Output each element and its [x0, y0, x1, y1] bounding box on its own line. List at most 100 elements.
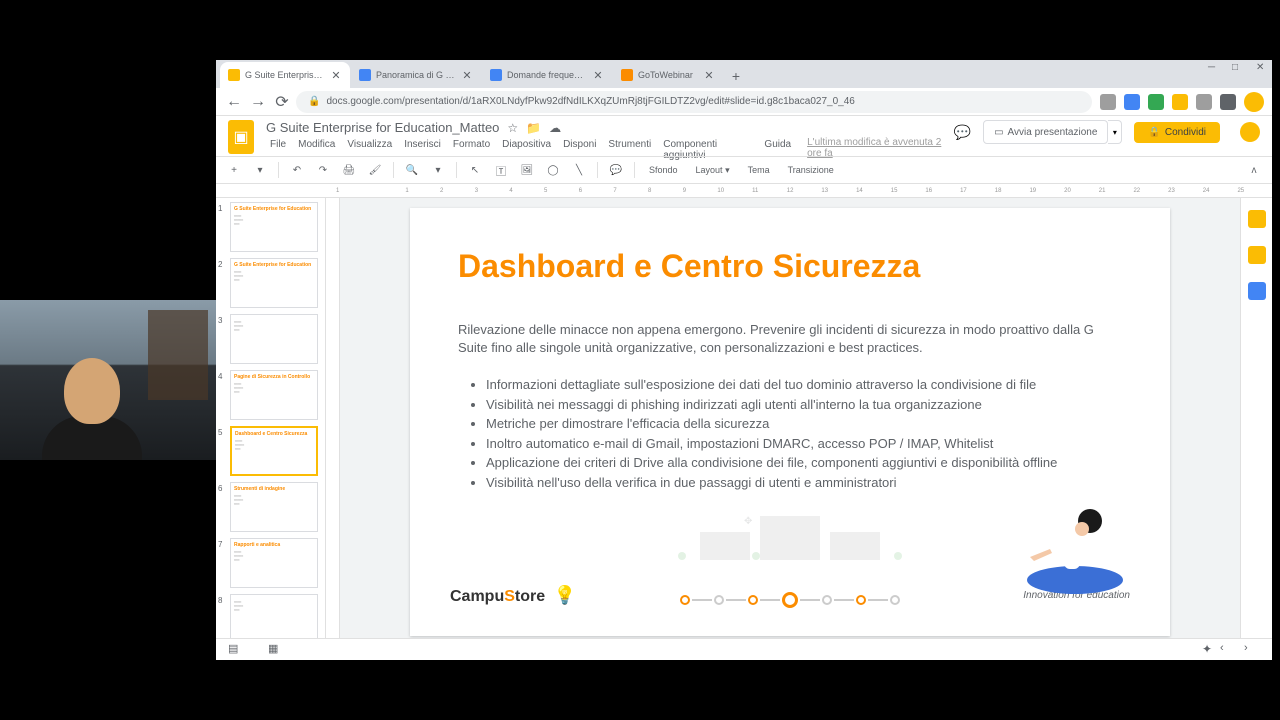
slide-canvas[interactable]: Dashboard e Centro Sicurezza Rilevazione… [410, 208, 1170, 636]
extension-icon[interactable] [1124, 94, 1140, 110]
back-button[interactable]: ← [224, 92, 244, 112]
slide-number: 4 [218, 372, 222, 381]
reload-button[interactable]: ⟳ [272, 92, 292, 112]
browser-tab[interactable]: G Suite Enterprise for Education ✕ [220, 62, 350, 88]
extension-icon[interactable] [1172, 94, 1188, 110]
paint-format-button[interactable]: 🖌 [365, 160, 385, 180]
side-panel [1240, 198, 1272, 638]
redo-button[interactable]: ↷ [313, 160, 333, 180]
slide-thumbnail[interactable]: ━━━━━━━━━━━━ [230, 314, 318, 364]
slide-thumbnail[interactable]: Strumenti di indagine━━━━━━━━━━━━ [230, 482, 318, 532]
extension-icons [1100, 94, 1236, 110]
side-panel-icon[interactable] [1248, 282, 1266, 300]
browser-tab[interactable]: GoToWebinar ✕ [613, 62, 723, 88]
extension-icon[interactable] [1148, 94, 1164, 110]
new-slide-dropdown[interactable]: ▾ [250, 160, 270, 180]
explore-button[interactable]: ✦ [1202, 642, 1212, 658]
slide-thumbnail[interactable]: Rapporti e analitica━━━━━━━━━━━━ [230, 538, 318, 588]
side-panel-icon[interactable] [1248, 246, 1266, 264]
slide-thumbnail[interactable]: G Suite Enterprise for Education━━━━━━━━… [230, 258, 318, 308]
lock-icon: 🔒 [308, 96, 320, 107]
new-slide-button[interactable]: + [224, 160, 244, 180]
print-button[interactable]: 🖨 [339, 160, 359, 180]
present-dropdown[interactable]: ▾ [1108, 120, 1122, 144]
tab-close-icon[interactable]: ✕ [592, 69, 604, 81]
building-illustration: ✥ [700, 510, 880, 560]
present-button[interactable]: ▭ Avvia presentazione [983, 120, 1108, 144]
extension-icon[interactable] [1220, 94, 1236, 110]
nav-right[interactable]: › [1244, 642, 1260, 658]
extension-icon[interactable] [1196, 94, 1212, 110]
tab-close-icon[interactable]: ✕ [330, 69, 342, 81]
campustore-logo: CampuStore 💡 [450, 585, 576, 606]
collapse-toolbar[interactable]: ʌ [1244, 160, 1264, 180]
document-title[interactable]: G Suite Enterprise for Education_Matteo [266, 120, 499, 135]
nav-left[interactable]: ‹ [1220, 642, 1236, 658]
slide-thumbnail[interactable]: Dashboard e Centro Sicurezza━━━━━━━━━━━━ [230, 426, 318, 476]
tab-title: GoToWebinar [638, 70, 699, 80]
move-cursor-icon: ✥ [744, 516, 752, 527]
line-tool[interactable]: ╲ [569, 160, 589, 180]
bullet-item[interactable]: Metriche per dimostrare l'efficacia dell… [486, 414, 1122, 434]
vertical-ruler [326, 198, 340, 638]
forward-button[interactable]: → [248, 92, 268, 112]
grid-view-icon[interactable]: ▦ [268, 642, 284, 658]
window-minimize[interactable]: ─ [1208, 62, 1220, 74]
slide-thumbnails-panel[interactable]: 1G Suite Enterprise for Education━━━━━━━… [216, 198, 326, 638]
slide-title[interactable]: Dashboard e Centro Sicurezza [458, 248, 1122, 285]
tab-close-icon[interactable]: ✕ [703, 69, 715, 81]
star-icon[interactable]: ☆ [507, 121, 518, 135]
zoom-button[interactable]: 🔍 [402, 160, 422, 180]
horizontal-ruler: 1123456789101112131415161718192021222324… [216, 184, 1272, 198]
slide-number: 3 [218, 316, 222, 325]
share-button[interactable]: 🔒 Condividi [1134, 122, 1220, 143]
comment-tool[interactable]: 💬 [606, 160, 626, 180]
person-illustration [1020, 505, 1130, 600]
transition-button[interactable]: Transizione [782, 163, 840, 177]
toolbar: + ▾ ↶ ↷ 🖨 🖌 🔍 ▾ ↖ 🅃 🖼 ◯ ╲ 💬 Sfondo Layou… [216, 156, 1272, 184]
browser-tab[interactable]: Domande frequenti su G Suite E✕ [482, 62, 612, 88]
profile-avatar[interactable] [1244, 92, 1264, 112]
slide-bullet-list[interactable]: Informazioni dettagliate sull'esposizion… [458, 375, 1122, 492]
undo-button[interactable]: ↶ [287, 160, 307, 180]
bullet-item[interactable]: Visibilità nei messaggi di phishing indi… [486, 395, 1122, 415]
browser-tab[interactable]: Panoramica di G Suite Enterp ✕ [351, 62, 481, 88]
tab-close-icon[interactable]: ✕ [461, 69, 473, 81]
theme-button[interactable]: Tema [742, 163, 776, 177]
tab-favicon [228, 69, 240, 81]
tab-title: G Suite Enterprise for Education [245, 70, 326, 80]
cloud-status-icon[interactable]: ☁ [549, 121, 561, 135]
background-button[interactable]: Sfondo [643, 163, 684, 177]
window-maximize[interactable]: □ [1232, 62, 1244, 74]
bullet-item[interactable]: Inoltro automatico e-mail di Gmail, impo… [486, 434, 1122, 454]
slides-logo-icon[interactable]: ▣ [228, 120, 254, 154]
tab-title: Panoramica di G Suite Enterp [376, 70, 457, 80]
slide-thumbnail[interactable]: G Suite Enterprise for Education━━━━━━━━… [230, 202, 318, 252]
slide-number: 7 [218, 540, 222, 549]
shape-tool[interactable]: ◯ [543, 160, 563, 180]
layout-button[interactable]: Layout ▾ [690, 163, 736, 178]
zoom-dropdown[interactable]: ▾ [428, 160, 448, 180]
lightbulb-icon: 💡 [554, 585, 576, 605]
url-input[interactable]: 🔒 docs.google.com/presentation/d/1aRX0LN… [296, 91, 1092, 113]
window-close[interactable]: ✕ [1256, 62, 1268, 74]
slide-number: 5 [218, 428, 222, 437]
bullet-item[interactable]: Applicazione dei criteri di Drive alla c… [486, 453, 1122, 473]
slide-number: 6 [218, 484, 222, 493]
textbox-tool[interactable]: 🅃 [491, 160, 511, 180]
filmstrip-view-icon[interactable]: ▤ [228, 642, 244, 658]
new-tab-button[interactable]: + [724, 64, 748, 88]
comments-icon[interactable]: 💬 [954, 124, 971, 141]
url-text: docs.google.com/presentation/d/1aRX0LNdy… [326, 96, 854, 107]
extension-icon[interactable] [1100, 94, 1116, 110]
slide-thumbnail[interactable]: ━━━━━━━━━━━━ [230, 594, 318, 638]
slide-intro-text[interactable]: Rilevazione delle minacce non appena eme… [458, 321, 1122, 357]
account-avatar[interactable] [1240, 122, 1260, 142]
image-tool[interactable]: 🖼 [517, 160, 537, 180]
bullet-item[interactable]: Visibilità nell'uso della verifica in du… [486, 473, 1122, 493]
slide-thumbnail[interactable]: Pagine di Sicurezza in Controllo━━━━━━━━… [230, 370, 318, 420]
move-folder-icon[interactable]: 📁 [526, 121, 541, 135]
side-panel-icon[interactable] [1248, 210, 1266, 228]
select-tool[interactable]: ↖ [465, 160, 485, 180]
bullet-item[interactable]: Informazioni dettagliate sull'esposizion… [486, 375, 1122, 395]
